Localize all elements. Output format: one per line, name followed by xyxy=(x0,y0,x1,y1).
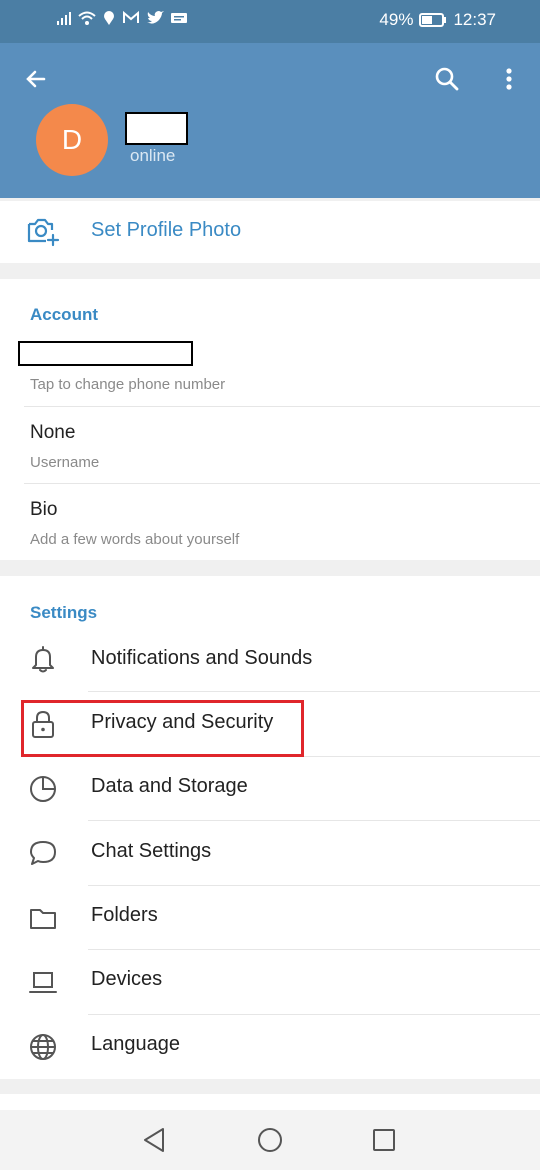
location-icon xyxy=(104,11,114,25)
settings-item-label: Language xyxy=(91,1033,180,1055)
settings-item-language[interactable]: Language xyxy=(0,1015,540,1079)
settings-item-label: Folders xyxy=(91,904,158,926)
settings-item-devices[interactable]: Devices xyxy=(0,950,540,1014)
settings-item-label: Data and Storage xyxy=(91,775,248,797)
username-row[interactable]: None Username xyxy=(0,407,540,483)
profile-name-redacted xyxy=(125,112,188,145)
search-button[interactable] xyxy=(430,62,464,96)
avatar-initial: D xyxy=(61,124,83,155)
settings-item-chat-settings[interactable]: Chat Settings xyxy=(0,821,540,885)
mail-icon xyxy=(123,10,139,23)
settings-item-label: Privacy and Security xyxy=(91,711,274,733)
phone-row[interactable]: Tap to change phone number xyxy=(0,335,540,405)
status-right: 49% 12:37 xyxy=(379,10,496,30)
settings-item-folders[interactable]: Folders xyxy=(0,886,540,950)
settings-section: Settings Notifications and Sounds Privac… xyxy=(0,576,540,1079)
settings-item-data-storage[interactable]: Data and Storage xyxy=(0,757,540,821)
settings-item-notifications[interactable]: Notifications and Sounds xyxy=(0,627,540,691)
set-profile-photo-row[interactable]: Set Profile Photo xyxy=(0,201,540,263)
settings-item-label: Chat Settings xyxy=(91,840,212,862)
wifi-icon xyxy=(78,11,96,25)
chat-bubble-icon xyxy=(30,841,56,865)
username-value: None xyxy=(30,422,76,443)
message-icon xyxy=(171,13,187,23)
set-profile-photo-label: Set Profile Photo xyxy=(91,219,242,241)
bottom-card-edge xyxy=(0,1094,540,1110)
bio-value: Bio xyxy=(30,499,58,520)
settings-item-label: Devices xyxy=(91,968,163,990)
phone-number-redacted xyxy=(18,341,193,366)
back-button[interactable] xyxy=(20,63,52,95)
status-bar: 49% 12:37 xyxy=(0,0,540,43)
nav-recents-icon[interactable] xyxy=(368,1124,400,1156)
system-nav-bar xyxy=(0,1110,540,1170)
clock: 12:37 xyxy=(453,10,496,29)
avatar[interactable]: D xyxy=(36,104,108,176)
account-title: Account xyxy=(30,305,98,324)
account-section: Account Tap to change phone number None … xyxy=(0,279,540,560)
more-vertical-icon xyxy=(506,68,512,90)
folder-icon xyxy=(30,909,56,929)
camera-add-icon xyxy=(27,218,60,247)
profile-header: D online xyxy=(0,43,540,198)
settings-title: Settings xyxy=(30,603,98,622)
search-icon xyxy=(435,67,459,91)
nav-back-icon[interactable] xyxy=(139,1124,171,1156)
phone-hint: Tap to change phone number xyxy=(30,376,226,393)
globe-icon xyxy=(30,1034,56,1060)
lock-icon xyxy=(32,710,54,738)
bell-icon xyxy=(32,646,54,673)
more-button[interactable] xyxy=(494,62,524,96)
nav-home-icon[interactable] xyxy=(254,1124,286,1156)
pie-chart-icon xyxy=(30,776,56,802)
signal-icon xyxy=(57,12,71,25)
battery-icon xyxy=(419,13,447,27)
twitter-icon xyxy=(147,11,164,24)
status-icons xyxy=(56,10,188,26)
laptop-icon xyxy=(29,972,57,993)
bio-row[interactable]: Bio Add a few words about yourself xyxy=(0,484,540,560)
bio-hint: Add a few words about yourself xyxy=(30,531,240,548)
battery-percent: 49% xyxy=(379,10,414,29)
online-status: online xyxy=(130,146,176,165)
settings-item-label: Notifications and Sounds xyxy=(91,647,313,669)
username-label: Username xyxy=(30,454,100,471)
arrow-left-icon xyxy=(26,70,46,88)
settings-item-privacy[interactable]: Privacy and Security xyxy=(0,692,540,756)
